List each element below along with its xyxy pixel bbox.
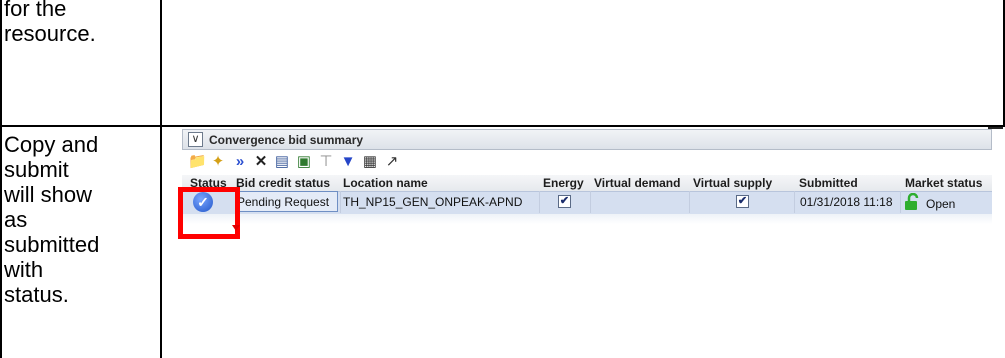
- top-cell-line: resource.: [4, 21, 96, 46]
- column-header-location-name[interactable]: Location name: [343, 176, 428, 190]
- energy-checkbox[interactable]: ✔: [558, 195, 571, 208]
- collapse-toggle-icon[interactable]: ∨: [188, 132, 203, 147]
- table-border-left: [0, 0, 2, 358]
- bottom-cell-line: Copy and: [4, 132, 99, 157]
- clear-icon[interactable]: ⊤: [318, 154, 334, 170]
- convergence-bid-screenshot: ∨ Convergence bid summary 📁 ✦ » ✕ ▤ ▣ ⊤ …: [182, 127, 1003, 264]
- virtual-supply-checkbox[interactable]: ✔: [736, 195, 749, 208]
- unlock-icon: [905, 193, 919, 210]
- submit-icon[interactable]: »: [232, 154, 248, 170]
- table-row-divider: [0, 125, 1005, 127]
- grid-header: Status Bid credit status Location name E…: [182, 175, 992, 192]
- submitted-value: 01/31/2018 11:18: [800, 195, 893, 209]
- toolbar: 📁 ✦ » ✕ ▤ ▣ ⊤ ▼ ▦ ↗: [182, 151, 992, 173]
- column-separator: [539, 191, 540, 213]
- copy-icon[interactable]: ▤: [274, 154, 290, 170]
- bottom-cell-line: submitted: [4, 232, 100, 257]
- bottom-cell-line: status.: [4, 282, 69, 307]
- top-cell-line: for the: [4, 0, 67, 21]
- popout-icon[interactable]: ↗: [384, 154, 400, 170]
- column-separator: [340, 191, 341, 213]
- column-header-virtual-demand[interactable]: Virtual demand: [594, 176, 680, 190]
- new-bid-icon[interactable]: 📁: [188, 154, 207, 170]
- table-border-divider: [160, 0, 162, 358]
- location-name-value: TH_NP15_GEN_ONPEAK-APND: [343, 195, 523, 209]
- bottom-cell-line: as: [4, 207, 28, 232]
- column-header-energy[interactable]: Energy: [543, 176, 584, 190]
- row-shading: [182, 214, 992, 224]
- bottom-cell-text: Copy and submit will show as submitted w…: [4, 132, 99, 307]
- column-separator: [689, 191, 690, 213]
- filter-icon[interactable]: ▼: [340, 154, 356, 170]
- highlight-box: [178, 187, 240, 239]
- column-header-virtual-supply[interactable]: Virtual supply: [693, 176, 772, 190]
- column-header-market-status[interactable]: Market status: [905, 176, 982, 190]
- column-header-submitted[interactable]: Submitted: [799, 176, 858, 190]
- bottom-cell-line: submit: [4, 157, 69, 182]
- wizard-icon[interactable]: ✦: [210, 154, 226, 170]
- column-header-bid-credit-status[interactable]: Bid credit status: [236, 176, 330, 190]
- columns-icon[interactable]: ▦: [362, 154, 378, 170]
- column-separator: [590, 191, 591, 213]
- bottom-cell-line: will show: [4, 182, 93, 207]
- market-status-value: Open: [926, 197, 956, 211]
- panel-header[interactable]: ∨ Convergence bid summary: [182, 129, 992, 150]
- bid-credit-status-value: Pending Request: [237, 195, 330, 209]
- column-separator: [794, 191, 795, 213]
- column-separator: [900, 191, 901, 213]
- export-icon[interactable]: ▣: [296, 154, 312, 170]
- bottom-cell-line: with: [4, 257, 44, 282]
- panel-title: Convergence bid summary: [209, 133, 364, 147]
- bid-status-marker: [232, 225, 240, 231]
- delete-icon[interactable]: ✕: [253, 154, 269, 170]
- top-cell-text: for the resource.: [4, 0, 96, 46]
